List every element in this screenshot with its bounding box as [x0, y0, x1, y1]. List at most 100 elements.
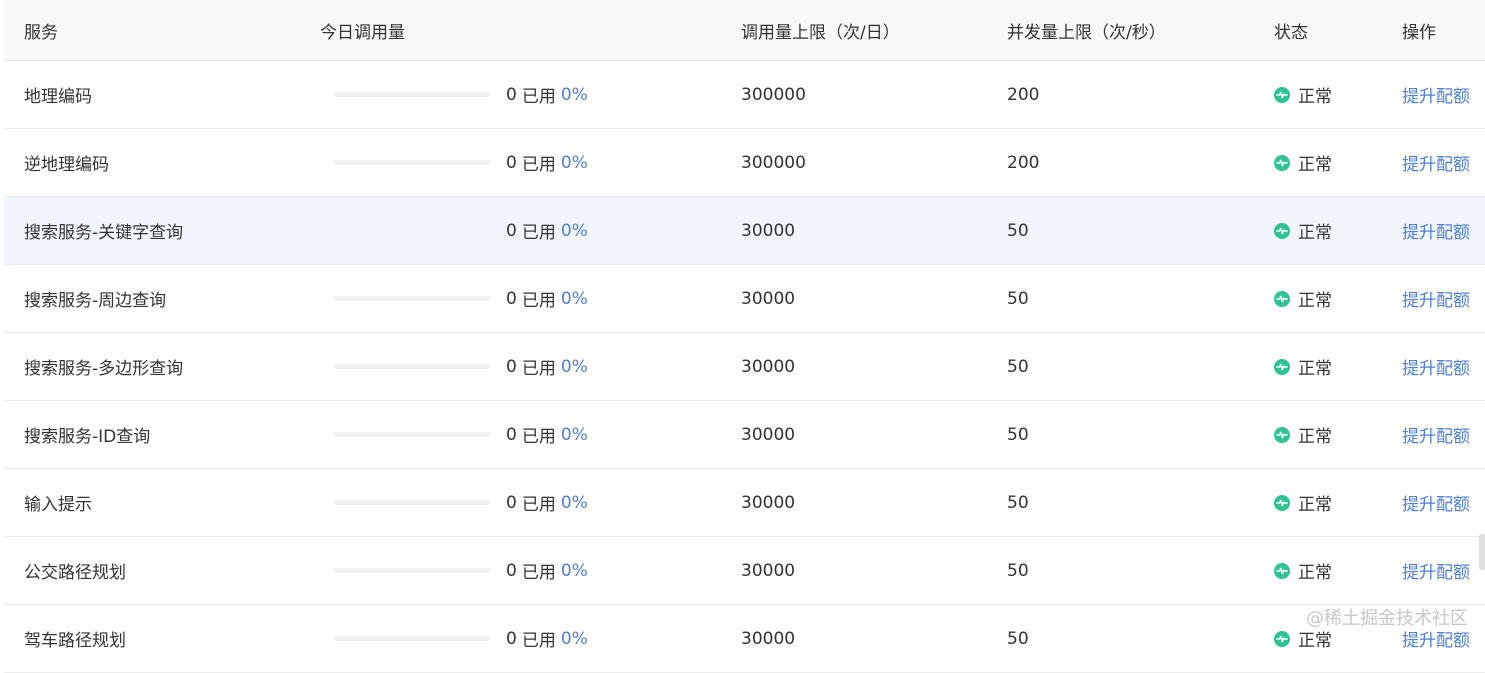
usage-percent: 0% [560, 356, 588, 377]
status-ok-icon [1274, 86, 1290, 103]
daily-limit: 30000 [741, 220, 796, 241]
raise-quota-link[interactable]: 提升配额 [1402, 490, 1470, 515]
status-cell: 正常 [1274, 469, 1332, 536]
raise-quota-link[interactable]: 提升配额 [1402, 558, 1470, 583]
service-name: 搜索服务-多边形查询 [24, 359, 184, 379]
header-status: 状态 [1274, 22, 1308, 43]
usage-count: 0 [506, 220, 517, 241]
service-name: 搜索服务-ID查询 [24, 427, 151, 447]
raise-quota-link[interactable]: 提升配额 [1402, 286, 1470, 311]
usage-label: 已用 [521, 359, 556, 379]
daily-limit: 30000 [741, 628, 796, 649]
usage-cell: 0 已用 0% [320, 537, 588, 604]
service-name: 搜索服务-关键字查询 [24, 223, 184, 243]
status-ok-icon [1274, 630, 1290, 647]
usage-count: 0 [506, 424, 517, 445]
status-text: 正常 [1298, 427, 1332, 447]
table-row: 搜索服务-多边形查询 0 已用 0% 30000 50 正常 提升配额 [4, 333, 1485, 401]
table-body: 地理编码 0 已用 0% 300000 200 正常 提升配额 逆地理编码 0 已用 0% 300000… [4, 61, 1485, 673]
table-row: 公交路径规划 0 已用 0% 30000 50 正常 提升配额 [4, 537, 1485, 605]
status-text: 正常 [1298, 223, 1332, 243]
service-name: 逆地理编码 [24, 155, 109, 175]
usage-count: 0 [506, 84, 517, 105]
daily-limit: 300000 [741, 84, 806, 105]
usage-label: 已用 [521, 563, 556, 583]
status-cell: 正常 [1274, 401, 1332, 468]
concurrency-limit: 50 [1007, 560, 1029, 581]
usage-count: 0 [506, 288, 517, 309]
table-header: 服务 今日调用量 调用量上限（次/日） 并发量上限（次/秒） 状态 操作 [4, 0, 1485, 61]
status-ok-icon [1274, 494, 1290, 511]
table-row: 搜索服务-周边查询 0 已用 0% 30000 50 正常 提升配额 [4, 265, 1485, 333]
concurrency-limit: 50 [1007, 424, 1029, 445]
raise-quota-link[interactable]: 提升配额 [1402, 150, 1470, 175]
concurrency-limit: 50 [1007, 220, 1029, 241]
table-row: 逆地理编码 0 已用 0% 300000 200 正常 提升配额 [4, 129, 1485, 197]
status-cell: 正常 [1274, 537, 1332, 604]
daily-limit: 300000 [741, 152, 806, 173]
scroll-handle[interactable] [1479, 534, 1485, 570]
table-row: 搜索服务-关键字查询 0 已用 0% 30000 50 正常 提升配额 [4, 197, 1485, 265]
usage-cell: 0 已用 0% [320, 469, 588, 536]
daily-limit: 30000 [741, 560, 796, 581]
service-name: 驾车路径规划 [24, 631, 126, 651]
usage-percent: 0% [560, 84, 588, 105]
usage-label: 已用 [521, 223, 556, 243]
usage-label: 已用 [521, 495, 556, 515]
status-text: 正常 [1298, 495, 1332, 515]
daily-limit: 30000 [741, 492, 796, 513]
raise-quota-link[interactable]: 提升配额 [1402, 354, 1470, 379]
header-concurrency: 并发量上限（次/秒） [1007, 22, 1166, 43]
raise-quota-link[interactable]: 提升配额 [1402, 422, 1470, 447]
table-row: 驾车路径规划 0 已用 0% 30000 50 正常 提升配额 [4, 605, 1485, 673]
usage-progress-bar [334, 228, 490, 233]
usage-cell: 0 已用 0% [320, 197, 588, 264]
usage-percent: 0% [560, 288, 588, 309]
service-name: 公交路径规划 [24, 563, 126, 583]
usage-label: 已用 [521, 291, 556, 311]
status-ok-icon [1274, 290, 1290, 307]
status-text: 正常 [1298, 291, 1332, 311]
usage-progress-bar [334, 636, 490, 641]
action-cell: 提升配额 [1402, 265, 1470, 332]
status-ok-icon [1274, 358, 1290, 375]
usage-progress-bar [334, 92, 490, 97]
usage-percent: 0% [560, 492, 588, 513]
usage-cell: 0 已用 0% [320, 61, 588, 128]
usage-count: 0 [506, 152, 517, 173]
watermark: @稀土掘金技术社区 [1306, 608, 1468, 629]
usage-count: 0 [506, 356, 517, 377]
usage-cell: 0 已用 0% [320, 265, 588, 332]
header-action: 操作 [1402, 22, 1436, 43]
usage-label: 已用 [521, 427, 556, 447]
concurrency-limit: 50 [1007, 288, 1029, 309]
status-ok-icon [1274, 154, 1290, 171]
status-ok-icon [1274, 426, 1290, 443]
quota-table: 服务 今日调用量 调用量上限（次/日） 并发量上限（次/秒） 状态 操作 地理编… [4, 0, 1485, 673]
raise-quota-link[interactable]: 提升配额 [1402, 218, 1470, 243]
raise-quota-link[interactable]: 提升配额 [1402, 82, 1470, 107]
daily-limit: 30000 [741, 356, 796, 377]
usage-label: 已用 [521, 87, 556, 107]
action-cell: 提升配额 [1402, 333, 1470, 400]
table-row: 输入提示 0 已用 0% 30000 50 正常 提升配额 [4, 469, 1485, 537]
action-cell: 提升配额 [1402, 61, 1470, 128]
action-cell: 提升配额 [1402, 469, 1470, 536]
status-cell: 正常 [1274, 129, 1332, 196]
concurrency-limit: 200 [1007, 84, 1040, 105]
concurrency-limit: 50 [1007, 628, 1029, 649]
usage-progress-bar [334, 568, 490, 573]
header-daily-limit: 调用量上限（次/日） [741, 22, 900, 43]
status-text: 正常 [1298, 87, 1332, 107]
usage-progress-bar [334, 364, 490, 369]
status-ok-icon [1274, 222, 1290, 239]
status-text: 正常 [1298, 155, 1332, 175]
concurrency-limit: 50 [1007, 492, 1029, 513]
usage-cell: 0 已用 0% [320, 129, 588, 196]
action-cell: 提升配额 [1402, 197, 1470, 264]
status-text: 正常 [1298, 563, 1332, 583]
usage-cell: 0 已用 0% [320, 333, 588, 400]
status-cell: 正常 [1274, 61, 1332, 128]
service-name: 输入提示 [24, 495, 92, 515]
usage-label: 已用 [521, 155, 556, 175]
